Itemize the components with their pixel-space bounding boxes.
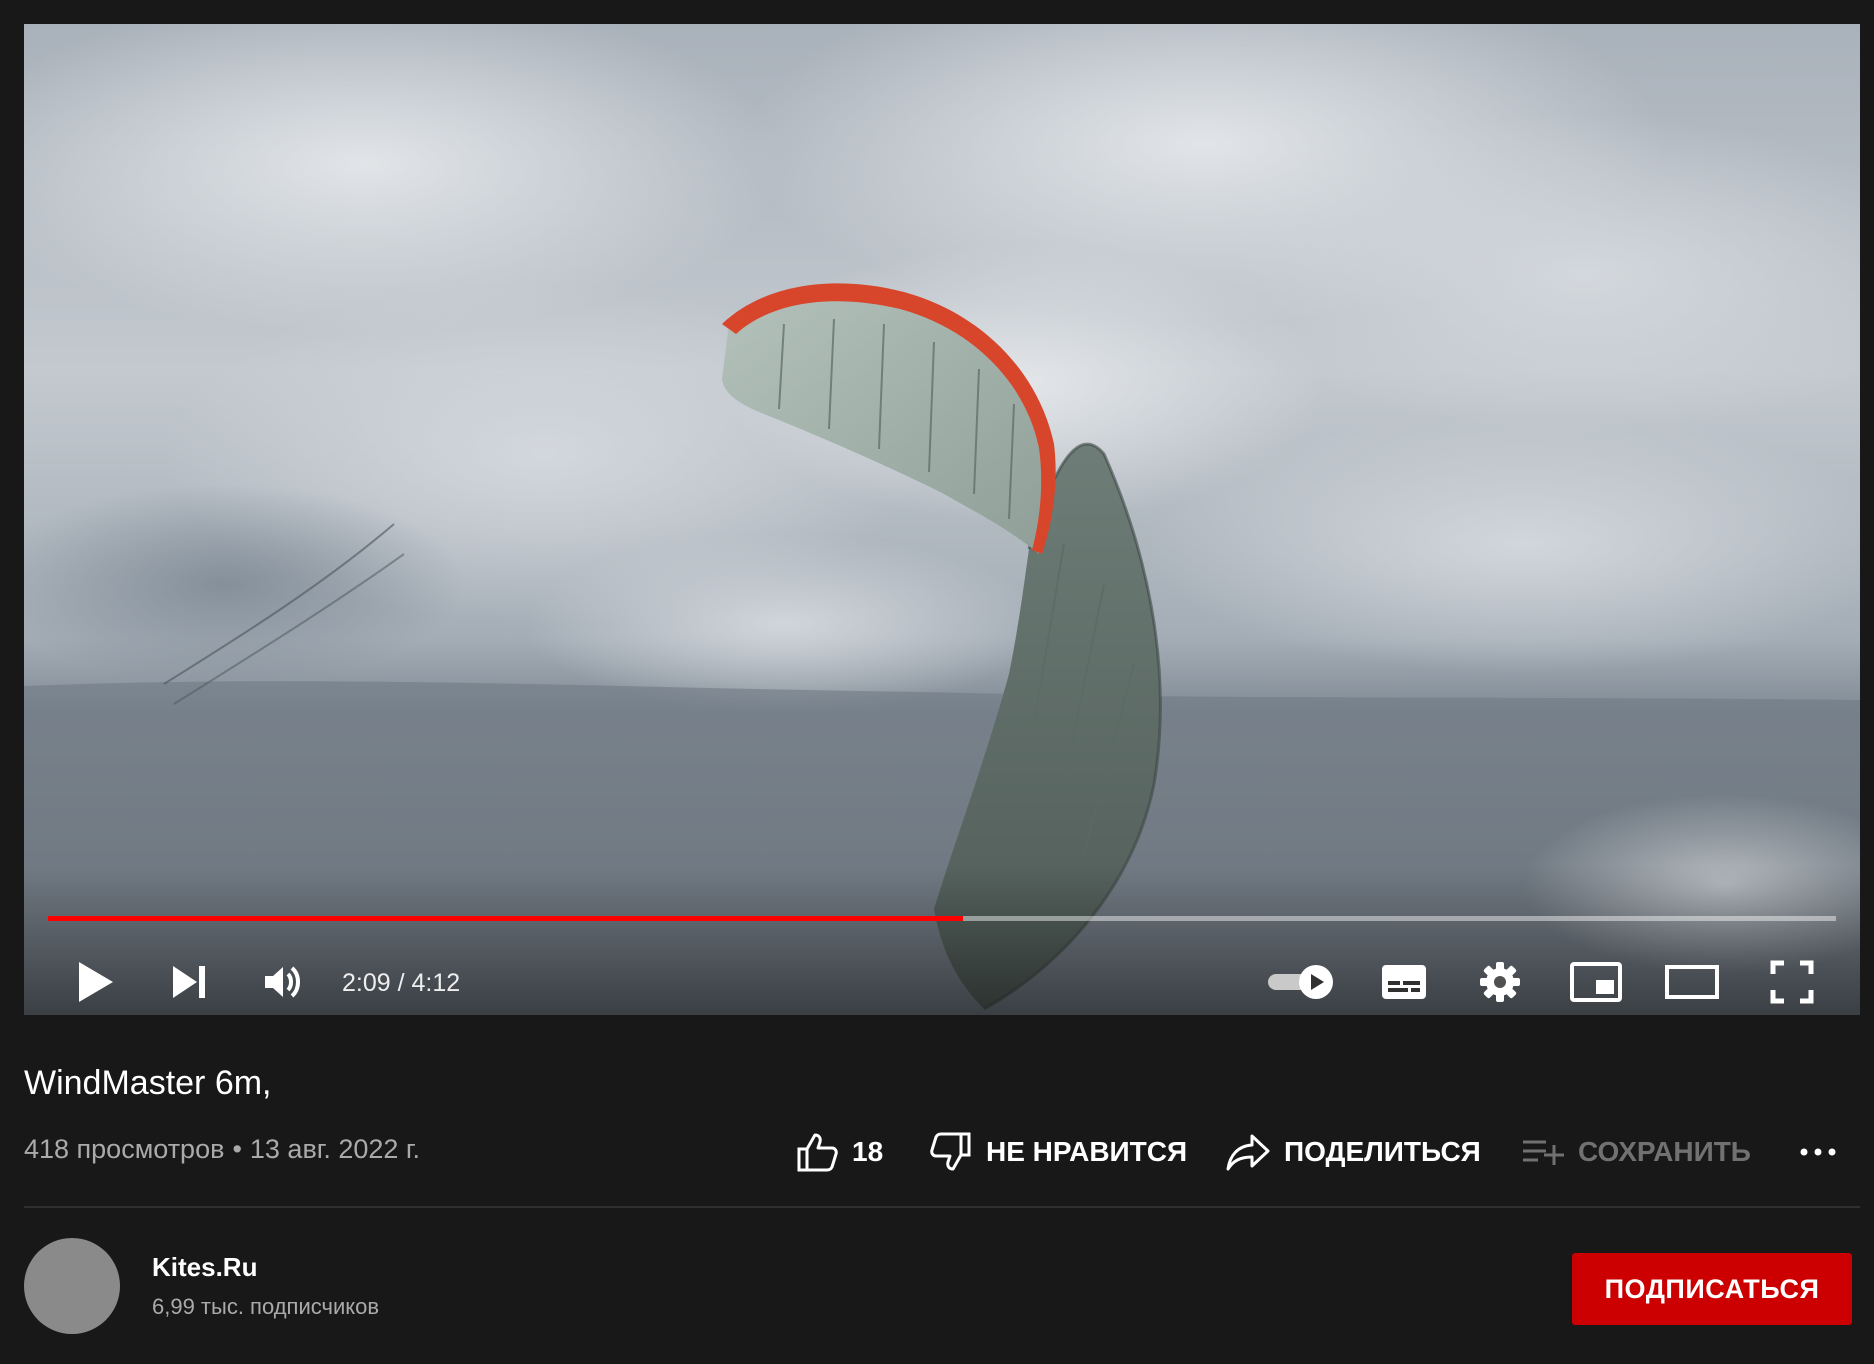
- play-button[interactable]: [64, 956, 126, 1008]
- subtitles-button[interactable]: [1378, 956, 1430, 1008]
- upload-date: 13 авг. 2022 г.: [249, 1134, 420, 1164]
- thumbs-down-icon: [930, 1132, 971, 1171]
- settings-icon: [1480, 962, 1520, 1002]
- fullscreen-button[interactable]: [1766, 956, 1818, 1008]
- miniplayer-icon: [1570, 962, 1622, 1002]
- more-actions-button[interactable]: [1800, 1128, 1836, 1176]
- view-count: 418 просмотров: [24, 1134, 225, 1164]
- time-display: 2:09 / 4:12: [342, 968, 460, 998]
- next-icon: [173, 966, 205, 998]
- video-meta: 418 просмотров • 13 авг. 2022 г.: [24, 1132, 420, 1166]
- share-icon: [1226, 1134, 1270, 1171]
- time-current: 2:09: [342, 969, 391, 997]
- fullscreen-icon: [1770, 960, 1814, 1004]
- progress-played: [48, 916, 964, 921]
- like-button[interactable]: 18: [796, 1128, 883, 1176]
- more-icon: [1800, 1148, 1836, 1156]
- theater-mode-icon: [1665, 965, 1719, 999]
- share-label: ПОДЕЛИТЬСЯ: [1284, 1136, 1481, 1167]
- save-label: СОХРАНИТЬ: [1578, 1136, 1751, 1167]
- section-divider: [24, 1206, 1860, 1208]
- time-separator: /: [397, 969, 412, 997]
- autoplay-toggle[interactable]: [1264, 956, 1340, 1008]
- share-button[interactable]: ПОДЕЛИТЬСЯ: [1226, 1128, 1481, 1176]
- video-title: WindMaster 6m,: [24, 1064, 272, 1102]
- progress-bar[interactable]: [48, 916, 1836, 921]
- meta-separator: •: [232, 1134, 242, 1164]
- theater-mode-button[interactable]: [1664, 956, 1720, 1008]
- save-playlist-icon: [1523, 1140, 1564, 1165]
- play-icon: [79, 962, 113, 1002]
- page: 2:09 / 4:12 WindMaster 6m, 418 просмотро…: [0, 0, 1874, 1364]
- dislike-label: НЕ НРАВИТСЯ: [986, 1136, 1188, 1167]
- subscribe-button[interactable]: ПОДПИСАТЬСЯ: [1572, 1253, 1852, 1325]
- video-player[interactable]: 2:09 / 4:12: [24, 24, 1860, 1015]
- autoplay-toggle-icon: [1268, 965, 1333, 999]
- time-total: 4:12: [411, 969, 461, 997]
- thumbs-up-icon: [797, 1133, 838, 1172]
- settings-button[interactable]: [1476, 956, 1524, 1008]
- subtitles-icon: [1382, 965, 1426, 999]
- dislike-button[interactable]: НЕ НРАВИТСЯ: [930, 1128, 1187, 1176]
- save-button[interactable]: СОХРАНИТЬ: [1522, 1128, 1751, 1176]
- like-count: 18: [852, 1136, 884, 1167]
- miniplayer-button[interactable]: [1570, 956, 1622, 1008]
- channel-avatar[interactable]: [24, 1238, 120, 1334]
- next-button[interactable]: [158, 956, 220, 1008]
- subscriber-count: 6,99 тыс. подписчиков: [152, 1294, 380, 1319]
- volume-button[interactable]: [252, 956, 314, 1008]
- channel-name[interactable]: Kites.Ru: [152, 1252, 257, 1283]
- volume-icon: [265, 966, 300, 998]
